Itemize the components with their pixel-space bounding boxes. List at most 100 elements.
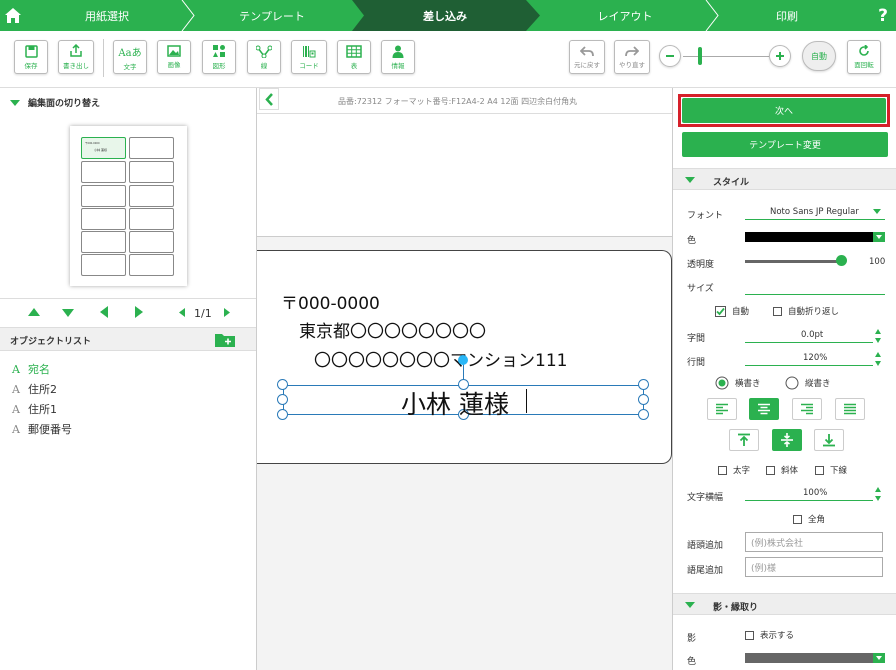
valign-top-button[interactable] — [729, 429, 759, 451]
addressee-name-text[interactable]: 小林 蓮様 — [401, 385, 509, 421]
shape-button[interactable]: 図形 — [202, 40, 236, 74]
align-left-button[interactable] — [707, 398, 737, 420]
thumbnail-label[interactable] — [81, 161, 126, 183]
resize-handle[interactable] — [277, 394, 288, 405]
arrow-right-icon[interactable] — [135, 306, 143, 318]
arrow-up-icon[interactable] — [28, 308, 40, 316]
thumbnail-label-selected[interactable]: 〒000-0000 小林 蓮様 — [81, 137, 126, 159]
zoom-slider-thumb[interactable] — [698, 47, 703, 65]
next-button[interactable]: 次へ — [682, 98, 886, 123]
thumbnail-label[interactable] — [81, 254, 126, 276]
thumbnail-label[interactable] — [81, 185, 126, 207]
opacity-slider-thumb[interactable] — [835, 255, 847, 266]
rotate-face-button[interactable]: 面回転 — [847, 40, 881, 74]
underline-checkbox[interactable]: 下線 — [815, 464, 847, 476]
save-button[interactable]: 保存 — [14, 40, 48, 74]
add-folder-icon[interactable] — [215, 332, 235, 347]
fullwidth-checkbox[interactable]: 全角 — [793, 513, 825, 525]
align-center-button[interactable] — [749, 398, 779, 420]
right-panel: 次へ テンプレート変更 スタイル フォント Noto Sans JP Regul… — [672, 88, 896, 670]
editing-surface-header[interactable]: 編集面の切り替え — [10, 96, 100, 109]
rotate-icon — [859, 45, 869, 56]
auto-zoom-button[interactable]: 自動 — [802, 41, 836, 71]
object-item[interactable]: A 住所1 — [12, 401, 57, 417]
thumbnail-label[interactable] — [129, 137, 174, 159]
prev-page-icon[interactable] — [179, 308, 185, 317]
thumbnail-label[interactable] — [129, 208, 174, 230]
template-change-button[interactable]: テンプレート変更 — [682, 132, 888, 157]
italic-checkbox[interactable]: 斜体 — [766, 464, 798, 476]
resize-handle[interactable] — [277, 409, 288, 420]
resize-handle[interactable] — [277, 379, 288, 390]
valign-middle-button[interactable] — [772, 429, 802, 451]
valign-bottom-button[interactable] — [814, 429, 844, 451]
auto-size-checkbox[interactable]: 自動 — [715, 305, 749, 317]
stepper-icon[interactable] — [874, 351, 882, 367]
zoom-slider-track[interactable] — [683, 56, 769, 57]
step-template[interactable]: テンプレート — [188, 0, 356, 31]
export-button[interactable]: 書き出し — [58, 40, 94, 74]
label-card[interactable]: 〒000-0000 東京都〇〇〇〇〇〇〇〇 〇〇〇〇〇〇〇〇マンション111 小… — [257, 250, 672, 464]
thumbnail-label[interactable] — [129, 161, 174, 183]
step-paper-select[interactable]: 用紙選択 — [26, 0, 188, 31]
justify-button[interactable] — [835, 398, 865, 420]
address2-text[interactable]: 〇〇〇〇〇〇〇〇マンション111 — [314, 346, 567, 371]
shadow-section-header[interactable]: 影・縁取り — [673, 593, 896, 615]
text-button[interactable]: Aaあ 文字 — [113, 40, 147, 74]
size-field[interactable] — [745, 281, 885, 295]
horizontal-radio[interactable]: 横書き — [715, 376, 761, 390]
arrow-left-icon[interactable] — [100, 306, 108, 318]
object-item[interactable]: A 宛名 — [12, 361, 50, 377]
stepper-icon[interactable] — [874, 486, 882, 502]
undo-button[interactable]: 元に戻す — [569, 40, 605, 74]
zoom-out-button[interactable] — [659, 45, 681, 67]
bold-checkbox[interactable]: 太字 — [718, 464, 750, 476]
checkbox-box — [745, 631, 754, 640]
prefix-input[interactable]: (例)株式会社 — [745, 532, 883, 552]
line-button[interactable]: 線 — [247, 40, 281, 74]
text-color-swatch[interactable] — [745, 232, 873, 242]
vertical-radio[interactable]: 縦書き — [785, 376, 831, 390]
home-button[interactable] — [0, 0, 26, 31]
postal-code-text[interactable]: 〒000-0000 — [281, 289, 380, 314]
resize-handle[interactable] — [638, 409, 649, 420]
thumbnail-label[interactable] — [129, 231, 174, 253]
resize-handle[interactable] — [638, 379, 649, 390]
thumbnail-label[interactable] — [129, 254, 174, 276]
address1-text[interactable]: 東京都〇〇〇〇〇〇〇〇 — [299, 317, 486, 342]
step-layout[interactable]: レイアウト — [540, 0, 710, 31]
collapse-left-button[interactable] — [259, 88, 279, 110]
thumbnail-label[interactable] — [129, 185, 174, 207]
object-item[interactable]: A 住所2 — [12, 381, 57, 397]
color-dropdown-button[interactable] — [873, 653, 885, 663]
step-merge[interactable]: 差し込み — [364, 0, 526, 31]
stepper-icon[interactable] — [874, 328, 882, 344]
resize-handle[interactable] — [638, 394, 649, 405]
thumbnail-label[interactable] — [81, 208, 126, 230]
image-button[interactable]: 画像 — [157, 40, 191, 74]
char-width-field[interactable]: 100% — [745, 487, 873, 501]
rotate-handle[interactable] — [458, 355, 468, 365]
next-page-icon[interactable] — [224, 308, 230, 317]
table-button[interactable]: 表 — [337, 40, 371, 74]
shadow-color-swatch[interactable] — [745, 653, 873, 663]
align-right-button[interactable] — [792, 398, 822, 420]
object-item[interactable]: A 郵便番号 — [12, 421, 72, 437]
shadow-show-checkbox[interactable]: 表示する — [745, 629, 794, 641]
font-select[interactable]: Noto Sans JP Regular — [745, 206, 885, 220]
redo-button[interactable]: やり直す — [614, 40, 650, 74]
page-thumbnail[interactable]: 〒000-0000 小林 蓮様 — [70, 126, 187, 286]
zoom-in-button[interactable] — [769, 45, 791, 67]
color-dropdown-button[interactable] — [873, 232, 885, 242]
suffix-input[interactable]: (例)様 — [745, 557, 883, 577]
char-spacing-field[interactable]: 0.0pt — [745, 329, 873, 343]
barcode-button[interactable]: コード — [291, 40, 327, 74]
help-button[interactable]: ? — [870, 0, 896, 31]
step-print[interactable]: 印刷 — [712, 0, 862, 31]
line-spacing-field[interactable]: 120% — [745, 352, 873, 366]
thumbnail-label[interactable] — [81, 231, 126, 253]
info-button[interactable]: 情報 — [381, 40, 415, 74]
arrow-down-icon[interactable] — [62, 309, 74, 317]
auto-wrap-checkbox[interactable]: 自動折り返し — [773, 305, 839, 317]
style-section-header[interactable]: スタイル — [673, 168, 896, 190]
